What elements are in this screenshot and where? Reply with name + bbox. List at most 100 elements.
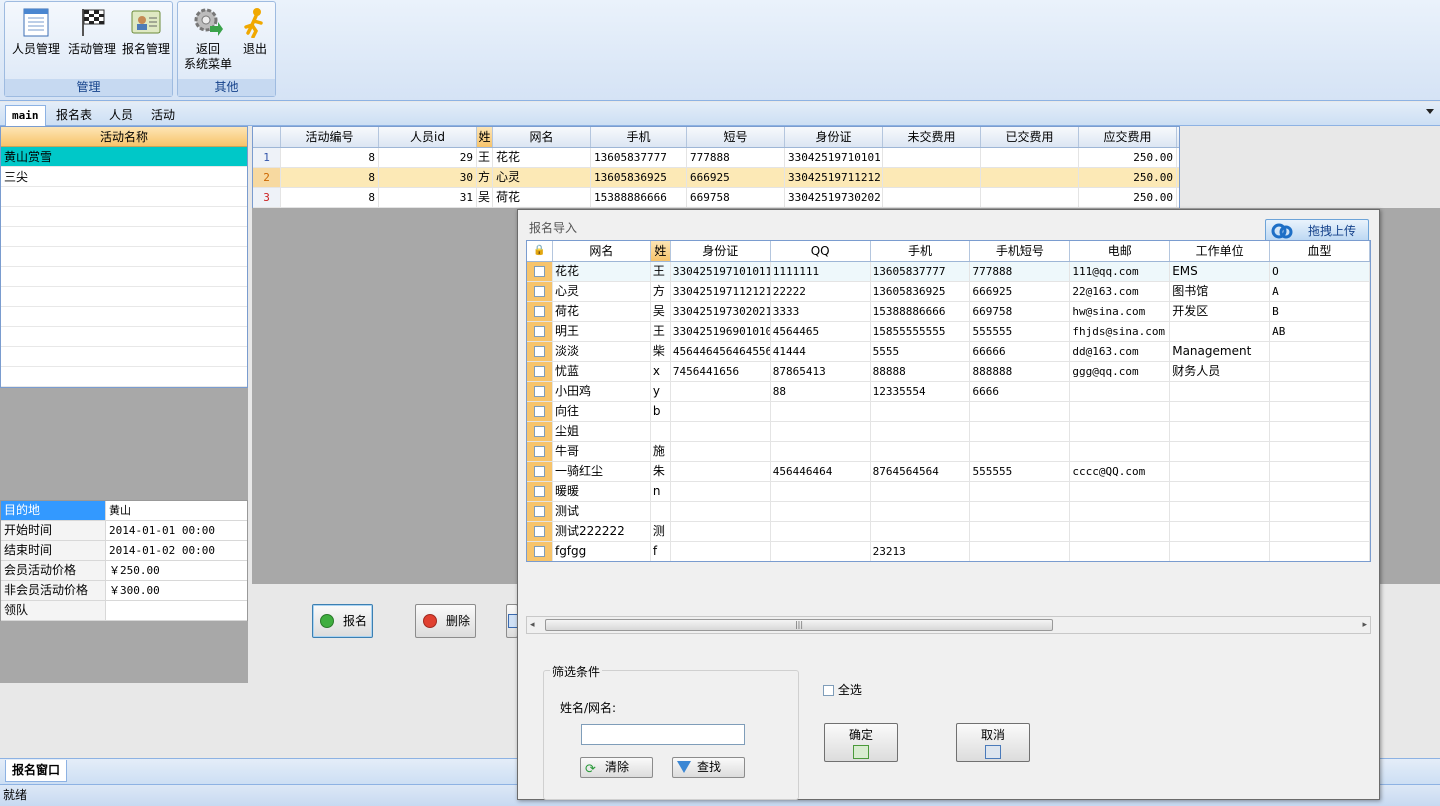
prop-value[interactable]: ￥250.00 [106, 561, 247, 580]
cell[interactable]: 开发区 [1170, 302, 1271, 321]
cell[interactable] [871, 402, 971, 421]
prop-key[interactable]: 开始时间 [1, 521, 106, 540]
cell[interactable]: 669758 [970, 302, 1071, 321]
cell[interactable] [970, 402, 1071, 421]
column-header[interactable]: 手机 [871, 241, 971, 261]
cell[interactable] [771, 502, 871, 521]
row-checkbox-cell[interactable] [527, 482, 553, 501]
cell[interactable]: 王 [651, 262, 671, 281]
cell[interactable] [771, 442, 871, 461]
find-button[interactable]: 查找 [672, 757, 745, 778]
row-number[interactable]: 2 [253, 168, 281, 187]
cell[interactable] [1270, 482, 1370, 501]
activity-management-button[interactable]: 活动管理 [64, 4, 120, 57]
cell[interactable]: f [651, 542, 671, 561]
cell[interactable]: A [1270, 282, 1370, 301]
scroll-left-icon[interactable]: ◂ [530, 620, 535, 630]
list-item[interactable]: 黄山赏雪 [1, 147, 247, 167]
cell[interactable]: 荷花 [553, 302, 651, 321]
tab-overflow-dropdown-icon[interactable] [1426, 109, 1434, 114]
signup-button[interactable]: 报名 [312, 604, 373, 638]
cell[interactable]: 3333 [771, 302, 871, 321]
cell[interactable] [1170, 482, 1271, 501]
column-header[interactable]: 应交费用 [1079, 127, 1177, 147]
cell[interactable] [1270, 342, 1370, 361]
cell[interactable]: 777888 [687, 148, 785, 167]
column-header[interactable]: 身份证 [785, 127, 883, 147]
row-checkbox[interactable] [533, 506, 545, 517]
column-header[interactable]: QQ [771, 241, 871, 261]
cell[interactable]: 施 [651, 442, 671, 461]
cell[interactable]: 忧蓝 [553, 362, 651, 381]
cell[interactable]: 心灵 [553, 282, 651, 301]
cell[interactable] [883, 188, 981, 207]
cell[interactable]: 330425196901010 [671, 322, 771, 341]
cell[interactable]: 一骑红尘 [553, 462, 651, 481]
table-row[interactable]: 2 8 30 方 心灵 13605836925 666925 330425197… [253, 168, 1179, 188]
cell[interactable] [1270, 402, 1370, 421]
row-checkbox[interactable] [533, 346, 545, 357]
cell[interactable] [1270, 382, 1370, 401]
select-all-box[interactable] [823, 685, 834, 696]
table-row[interactable]: 测试 [527, 502, 1370, 522]
select-all-checkbox[interactable]: 全选 [823, 681, 862, 698]
cell[interactable] [1070, 422, 1171, 441]
cell[interactable] [970, 482, 1071, 501]
cell[interactable] [970, 422, 1071, 441]
cell[interactable]: 吴 [651, 302, 671, 321]
cell[interactable]: 明王 [553, 322, 651, 341]
cell[interactable] [1270, 362, 1370, 381]
cell[interactable]: ggg@qq.com [1070, 362, 1171, 381]
prop-value[interactable]: 2014-01-01 00:00 [106, 521, 247, 540]
cell[interactable] [771, 542, 871, 561]
row-checkbox-cell[interactable] [527, 362, 553, 381]
cell[interactable] [1270, 542, 1370, 561]
cell[interactable]: 456446456464556 [671, 342, 771, 361]
cell[interactable]: 8 [281, 168, 379, 187]
row-checkbox[interactable] [533, 286, 545, 297]
column-header[interactable]: 网名 [493, 127, 591, 147]
column-header[interactable]: 未交费用 [883, 127, 981, 147]
cell[interactable] [671, 462, 771, 481]
cell[interactable] [1070, 542, 1171, 561]
cell[interactable] [871, 422, 971, 441]
cell[interactable] [970, 542, 1071, 561]
back-system-menu-button[interactable]: 返回 系统菜单 [181, 4, 235, 72]
registration-management-button[interactable]: 报名管理 [120, 4, 172, 57]
row-checkbox[interactable] [533, 446, 545, 457]
row-checkbox-cell[interactable] [527, 282, 553, 301]
cell[interactable]: 向往 [553, 402, 651, 421]
cell[interactable] [1170, 462, 1271, 481]
row-checkbox-cell[interactable] [527, 402, 553, 421]
cell[interactable]: 22222 [771, 282, 871, 301]
cell[interactable]: 669758 [687, 188, 785, 207]
cell[interactable]: 朱 [651, 462, 671, 481]
cell[interactable]: dd@163.com [1070, 342, 1171, 361]
prop-key[interactable]: 非会员活动价格 [1, 581, 106, 600]
table-row[interactable]: 花花王 330425197101011 1111111 13605837777 7778… [527, 262, 1370, 282]
table-row[interactable]: 尘姐 [527, 422, 1370, 442]
cell[interactable] [671, 402, 771, 421]
prop-value[interactable]: ￥300.00 [106, 581, 247, 600]
horizontal-scrollbar[interactable]: ◂ ||| ▸ [526, 616, 1371, 634]
row-checkbox-cell[interactable] [527, 542, 553, 561]
cell[interactable]: 测 [651, 522, 671, 541]
cell[interactable] [671, 482, 771, 501]
cell[interactable]: 33042519710101 [785, 148, 883, 167]
column-header[interactable]: 姓 [477, 127, 493, 147]
row-checkbox[interactable] [533, 386, 545, 397]
cell[interactable]: x [651, 362, 671, 381]
cell[interactable]: 测试222222 [553, 522, 651, 541]
cell[interactable]: 33042519730202 [785, 188, 883, 207]
cell[interactable]: 66666 [970, 342, 1071, 361]
cell[interactable] [871, 442, 971, 461]
cell[interactable]: 23213 [871, 542, 971, 561]
cell[interactable] [771, 522, 871, 541]
cell[interactable] [671, 382, 771, 401]
cell[interactable] [871, 482, 971, 501]
list-item[interactable]: 三尖 [1, 167, 247, 187]
cell[interactable] [981, 148, 1079, 167]
cell[interactable]: 小田鸡 [553, 382, 651, 401]
cell[interactable] [1170, 502, 1271, 521]
cell[interactable]: 柴 [651, 342, 671, 361]
